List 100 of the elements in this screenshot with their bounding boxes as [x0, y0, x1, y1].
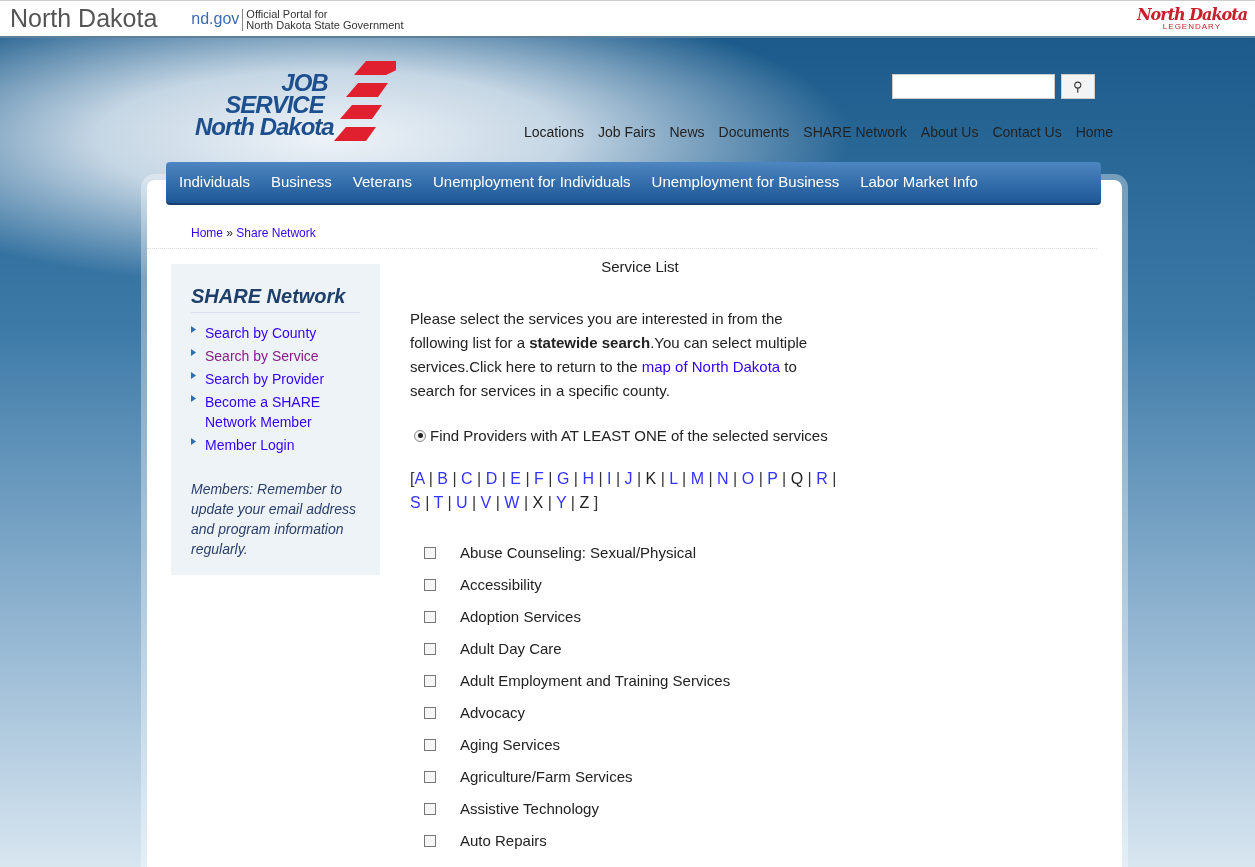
- service-label: Accessibility: [460, 574, 542, 595]
- site-logo[interactable]: JOB SERVICE North Dakota: [195, 50, 396, 160]
- letter-separator: |: [660, 470, 665, 487]
- checkbox[interactable]: [424, 835, 436, 847]
- letter-separator: |: [782, 470, 787, 487]
- letter-link[interactable]: W: [504, 494, 520, 511]
- nav-link[interactable]: Business: [270, 171, 332, 194]
- letter-separator: |: [501, 470, 506, 487]
- sidebar-link[interactable]: Search by County: [205, 323, 317, 343]
- sidebar-title: SHARE Network: [191, 284, 360, 313]
- letter-link[interactable]: B: [437, 470, 448, 487]
- sidebar-link[interactable]: Search by Provider: [205, 369, 325, 389]
- letter-separator: |: [472, 494, 477, 511]
- top-link[interactable]: Locations: [524, 122, 584, 143]
- letter-separator: |: [548, 470, 553, 487]
- nav-link[interactable]: Individuals: [179, 171, 250, 194]
- letter-link[interactable]: N: [717, 470, 729, 487]
- service-label: Abuse Counseling: Sexual/Physical: [460, 542, 696, 563]
- breadcrumb-link[interactable]: Share Network: [236, 226, 316, 240]
- letter-link[interactable]: E: [510, 470, 521, 487]
- top-link[interactable]: Documents: [718, 122, 790, 143]
- top-link[interactable]: Job Fairs: [597, 122, 656, 143]
- letter-separator: |: [570, 494, 575, 511]
- letter-text: X: [532, 494, 544, 511]
- letter-separator: |: [573, 470, 578, 487]
- letter-link[interactable]: S: [410, 494, 421, 511]
- bullet-icon: [191, 394, 197, 404]
- letter-link[interactable]: P: [767, 470, 778, 487]
- letter-separator: |: [495, 494, 500, 511]
- letter-link[interactable]: H: [582, 470, 594, 487]
- search-button[interactable]: ⚲: [1061, 74, 1095, 99]
- letter-link[interactable]: I: [607, 470, 612, 487]
- letter-link[interactable]: F: [534, 470, 544, 487]
- intro-text: Please select the services you are interested in from the following list for a statewide search.You can select multiple services.Click here to return to the map of North Dakota to search for services in a specific county.: [410, 308, 809, 401]
- sidebar-note: Members: Remember to update your email address and program information regularly.: [191, 480, 356, 559]
- letter-link[interactable]: C: [461, 470, 473, 487]
- nav-link[interactable]: Unemployment for Business: [651, 171, 840, 194]
- radio-button[interactable]: [414, 429, 426, 442]
- service-label: Auto Repairs: [460, 830, 547, 851]
- checkbox[interactable]: [424, 611, 436, 623]
- checkbox[interactable]: [424, 803, 436, 815]
- letter-link[interactable]: U: [456, 494, 468, 511]
- letter-link[interactable]: T: [433, 494, 443, 511]
- bullet-icon: [191, 348, 197, 358]
- letter-link[interactable]: V: [480, 494, 492, 511]
- letter-link[interactable]: R: [816, 470, 828, 487]
- letter-separator: |: [452, 470, 457, 487]
- map-link[interactable]: map of North Dakota: [641, 357, 781, 375]
- letter-link[interactable]: D: [485, 470, 498, 487]
- letter-separator: |: [598, 470, 603, 487]
- letter-separator: |: [637, 470, 642, 487]
- top-link[interactable]: News: [669, 122, 705, 143]
- checkbox[interactable]: [424, 739, 436, 751]
- letter-separator: |: [807, 470, 812, 487]
- letter-link[interactable]: G: [556, 470, 570, 487]
- letter-separator: |: [708, 470, 713, 487]
- search-field[interactable]: [892, 74, 1055, 99]
- checkbox[interactable]: [424, 579, 436, 591]
- letter-separator: |: [447, 494, 452, 511]
- bullet-icon: [191, 325, 197, 335]
- sidebar-link[interactable]: Member Login: [205, 435, 295, 455]
- bullet-icon: [191, 437, 197, 447]
- letter-separator: |: [615, 470, 621, 487]
- letter-link[interactable]: Y: [555, 494, 567, 511]
- nav-link[interactable]: Unemployment for Individuals: [433, 171, 631, 194]
- portal-logo[interactable]: nd.gov: [191, 7, 240, 31]
- letter-separator: |: [425, 494, 430, 511]
- letter-separator: |: [758, 470, 763, 487]
- letter-separator: |: [733, 470, 738, 487]
- letter-text: K: [645, 470, 657, 487]
- letter-separator: |: [832, 470, 837, 487]
- nav-link[interactable]: Veterans: [352, 171, 412, 194]
- letter-link[interactable]: J: [624, 470, 633, 487]
- checkbox[interactable]: [424, 675, 436, 687]
- letter-link[interactable]: A: [414, 470, 425, 487]
- bracket: [: [410, 470, 415, 487]
- portal-tagline: Official Portal for North Dakota State Government: [242, 9, 404, 31]
- letter-text: Z: [579, 494, 590, 511]
- letter-link[interactable]: L: [669, 470, 678, 487]
- checkbox[interactable]: [424, 707, 436, 719]
- letter-separator: |: [477, 470, 482, 487]
- letter-link[interactable]: O: [741, 470, 755, 487]
- brand-logo[interactable]: North Dakota LEGENDARY: [1136, 6, 1247, 31]
- service-label: Adult Employment and Training Services: [460, 670, 731, 691]
- sidebar-link[interactable]: Search by Service: [205, 346, 319, 366]
- letter-separator: |: [525, 470, 530, 487]
- breadcrumb-link[interactable]: Home: [191, 226, 223, 240]
- service-label: Assistive Technology: [460, 798, 599, 819]
- nav-link[interactable]: Labor Market Info: [860, 171, 978, 194]
- bracket: ]: [593, 494, 599, 511]
- letter-separator: |: [523, 494, 529, 511]
- state-name: North Dakota: [10, 6, 158, 31]
- service-label: Aging Services: [460, 734, 561, 755]
- sidebar-link[interactable]: Become a SHARE Network Member: [205, 392, 360, 432]
- letter-link[interactable]: M: [690, 470, 705, 487]
- breadcrumb-separator: »: [225, 226, 235, 240]
- checkbox[interactable]: [424, 771, 436, 783]
- checkbox[interactable]: [424, 643, 436, 655]
- letter-separator: |: [682, 470, 687, 487]
- checkbox[interactable]: [424, 547, 436, 559]
